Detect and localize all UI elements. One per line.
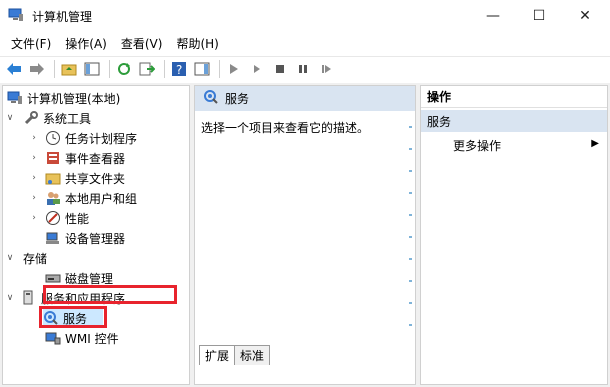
chevron-right-icon[interactable]: ›	[29, 173, 39, 183]
show-hide-action-pane-button[interactable]	[192, 59, 212, 79]
pane-area: 计算机管理(本地) ∨ 系统工具 › 任务计划程序 › 事件查看器 › 共享文件…	[0, 83, 610, 387]
forward-arrow-icon	[30, 62, 44, 75]
export-list-button[interactable]	[137, 59, 157, 79]
tree-root-label: 计算机管理(本地)	[27, 91, 121, 106]
performance-icon	[45, 210, 61, 226]
shared-folder-icon	[45, 170, 61, 186]
show-hide-tree-button[interactable]	[82, 59, 102, 79]
tree-item-task-scheduler[interactable]: › 任务计划程序	[29, 128, 137, 148]
menu-bar: 文件(F) 操作(A) 查看(V) 帮助(H)	[0, 31, 610, 55]
view-tabs: 扩展 标准	[199, 345, 271, 365]
chevron-right-icon[interactable]: ›	[29, 213, 39, 223]
show-hide-tree-icon	[84, 62, 100, 75]
restart-service-button[interactable]	[316, 59, 336, 79]
help-icon: ?	[172, 61, 186, 77]
more-actions-item[interactable]: 更多操作	[453, 137, 501, 154]
chevron-right-icon[interactable]: ›	[29, 153, 39, 163]
disk-icon	[45, 270, 61, 286]
toolbar-separator	[109, 59, 110, 78]
play-icon	[230, 63, 238, 74]
show-hide-action-pane-icon	[194, 62, 210, 75]
tree-root[interactable]: 计算机管理(本地)	[7, 88, 120, 108]
pause-service-button[interactable]	[293, 59, 313, 79]
stop-service-button[interactable]	[270, 59, 290, 79]
tree-item-shared-folders[interactable]: › 共享文件夹	[29, 168, 125, 188]
tab-standard[interactable]: 标准	[234, 345, 271, 365]
menu-action[interactable]: 操作(A)	[58, 32, 114, 55]
computer-management-icon	[7, 90, 23, 106]
minimize-icon: —	[486, 7, 500, 24]
chevron-down-icon[interactable]: ∨	[5, 293, 15, 303]
highlight-box-services-apps	[43, 285, 177, 304]
menu-help[interactable]: 帮助(H)	[169, 32, 225, 55]
device-manager-icon	[45, 230, 61, 246]
computer-management-icon	[8, 8, 24, 22]
up-folder-icon	[61, 64, 77, 75]
pause-icon	[299, 64, 307, 73]
close-icon: ✕	[579, 7, 591, 24]
splitter-handle[interactable]	[409, 126, 412, 336]
start-service-button[interactable]	[224, 59, 244, 79]
results-header: 服务	[195, 86, 415, 111]
start-service-alt-button[interactable]	[247, 59, 267, 79]
toolbar-separator	[54, 59, 55, 78]
console-tree: 计算机管理(本地) ∨ 系统工具 › 任务计划程序 › 事件查看器 › 共享文件…	[2, 85, 190, 385]
title-bar: 计算机管理 — ☐ ✕	[0, 0, 610, 31]
menu-view[interactable]: 查看(V)	[114, 32, 170, 55]
tree-item-system-tools[interactable]: ∨ 系统工具	[5, 108, 91, 128]
close-button[interactable]: ✕	[562, 0, 608, 31]
forward-button[interactable]	[27, 59, 47, 79]
export-list-icon	[139, 62, 155, 75]
event-viewer-icon	[45, 150, 61, 166]
menu-file[interactable]: 文件(F)	[4, 32, 58, 55]
minimize-button[interactable]: —	[470, 0, 516, 31]
tree-item-wmi[interactable]: WMI 控件	[45, 328, 119, 348]
play-small-icon	[254, 64, 260, 73]
chevron-down-icon[interactable]: ∨	[5, 113, 15, 123]
actions-section-services[interactable]: 服务	[421, 110, 607, 132]
refresh-button[interactable]	[114, 59, 134, 79]
stop-icon	[276, 64, 284, 73]
toolbar: ?	[0, 56, 610, 80]
services-apps-icon	[21, 290, 37, 306]
tools-icon	[23, 110, 39, 126]
up-level-button[interactable]	[59, 59, 79, 79]
actions-header: 操作	[421, 86, 607, 108]
tree-item-local-users[interactable]: › 本地用户和组	[29, 188, 137, 208]
tree-item-device-manager[interactable]: 设备管理器	[45, 228, 125, 248]
users-icon	[45, 190, 61, 206]
tree-item-event-viewer[interactable]: › 事件查看器	[29, 148, 125, 168]
refresh-icon	[118, 62, 130, 75]
services-gear-icon	[203, 89, 219, 108]
maximize-icon: ☐	[532, 7, 546, 24]
help-button[interactable]: ?	[169, 59, 189, 79]
clock-icon	[45, 130, 61, 146]
wmi-icon	[45, 330, 61, 346]
restart-icon	[322, 64, 331, 73]
chevron-down-icon[interactable]: ∨	[5, 253, 15, 263]
window-title: 计算机管理	[32, 10, 93, 24]
results-title: 服务	[225, 92, 250, 106]
results-pane: 服务 选择一个项目来查看它的描述。 扩展 标准	[194, 85, 416, 385]
chevron-right-icon[interactable]: ▶	[591, 138, 599, 149]
chevron-right-icon[interactable]: ›	[29, 133, 39, 143]
highlight-box-services	[39, 306, 107, 328]
chevron-right-icon[interactable]: ›	[29, 193, 39, 203]
back-arrow-icon	[7, 62, 21, 75]
description-text: 选择一个项目来查看它的描述。	[201, 121, 370, 135]
tree-item-storage[interactable]: ∨ 存储	[5, 248, 47, 268]
actions-pane: 操作 服务 更多操作 ▶	[420, 85, 608, 385]
toolbar-separator	[164, 59, 165, 78]
back-button[interactable]	[4, 59, 24, 79]
toolbar-separator	[219, 59, 220, 78]
tab-extended[interactable]: 扩展	[199, 345, 236, 365]
tree-item-performance[interactable]: › 性能	[29, 208, 89, 228]
svg-text:?: ?	[176, 63, 182, 77]
maximize-button[interactable]: ☐	[516, 0, 562, 31]
